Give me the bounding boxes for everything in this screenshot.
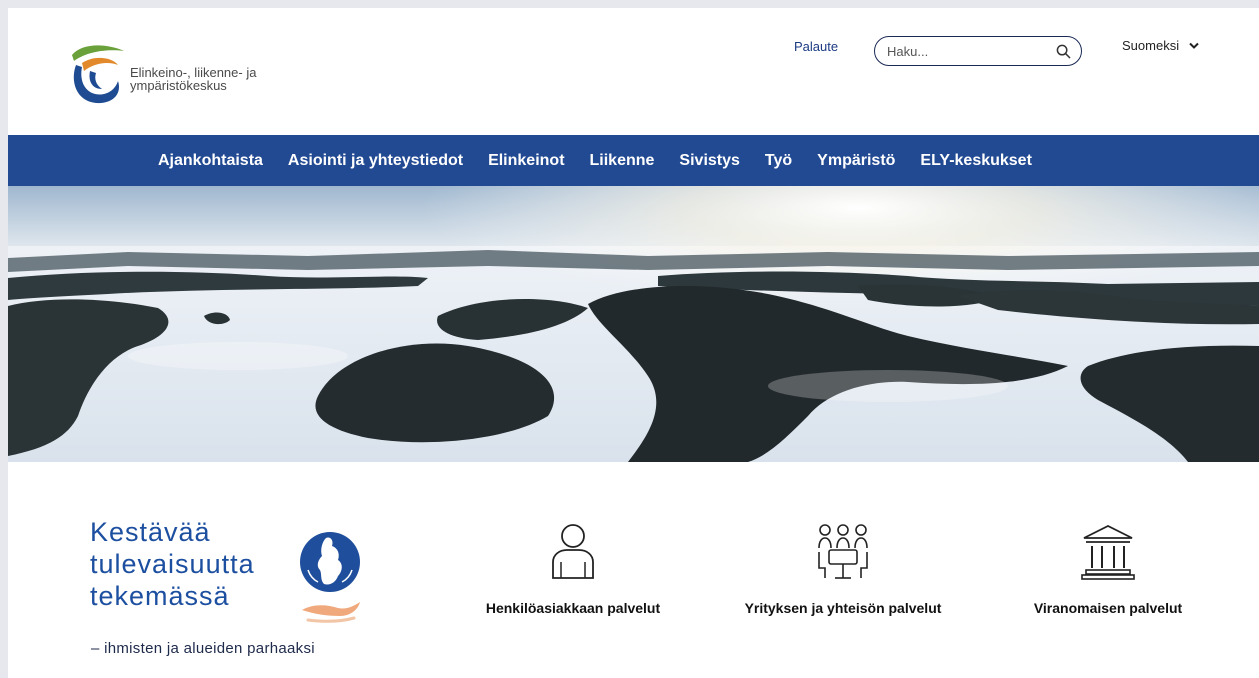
logo-text: Elinkeino-, liikenne- ja ympäristökeskus: [130, 66, 300, 92]
nav-item-elinkeinot[interactable]: Elinkeinot: [488, 152, 564, 170]
tagline-line3: tekemässä: [90, 581, 230, 611]
hero-image-winter-lake: [8, 186, 1259, 462]
tagline-subline: – ihmisten ja alueiden parhaaksi: [91, 640, 315, 657]
logo-text-line2: ympäristökeskus: [130, 78, 227, 93]
tagline-line2: tulevaisuutta: [90, 549, 255, 579]
site-header: Elinkeino-, liikenne- ja ympäristökeskus…: [8, 8, 1259, 135]
tagline: Kestävää tulevaisuutta tekemässä: [90, 516, 290, 612]
service-authority[interactable]: Viranomaisen palvelut: [1008, 522, 1208, 616]
finland-map-hand-icon: [300, 532, 360, 623]
main-navigation: Ajankohtaista Asiointi ja yhteystiedot E…: [8, 135, 1259, 186]
nav-item-ely-keskukset[interactable]: ELY-keskukset: [920, 152, 1031, 170]
government-building-icon: [1081, 524, 1135, 580]
search-icon[interactable]: [1056, 44, 1071, 59]
service-personal-customer[interactable]: Henkilöasiakkaan palvelut: [468, 522, 678, 616]
service-company-community-label: Yrityksen ja yhteisön palvelut: [744, 600, 942, 616]
language-selector[interactable]: Suomeksi: [1122, 38, 1199, 53]
language-label: Suomeksi: [1122, 38, 1180, 53]
nav-item-liikenne[interactable]: Liikenne: [590, 152, 655, 170]
service-authority-label: Viranomaisen palvelut: [1033, 600, 1183, 616]
search-input[interactable]: [887, 43, 1047, 60]
meeting-icon: [818, 524, 868, 579]
tagline-line1: Kestävää: [90, 517, 211, 547]
feedback-link[interactable]: Palaute: [794, 39, 838, 54]
ely-logo-mark-icon: [72, 45, 124, 104]
nav-item-asiointi[interactable]: Asiointi ja yhteystiedot: [288, 152, 463, 170]
page: Elinkeino-, liikenne- ja ympäristökeskus…: [8, 8, 1259, 678]
nav-item-tyo[interactable]: Työ: [765, 152, 792, 170]
person-icon: [552, 524, 594, 579]
service-personal-customer-label: Henkilöasiakkaan palvelut: [485, 600, 661, 616]
nav-item-ymparisto[interactable]: Ympäristö: [817, 152, 895, 170]
service-company-community[interactable]: Yrityksen ja yhteisön palvelut: [718, 522, 968, 616]
ely-logo[interactable]: Elinkeino-, liikenne- ja ympäristökeskus: [68, 41, 298, 107]
nav-item-sivistys[interactable]: Sivistys: [679, 152, 739, 170]
nav-item-ajankohtaista[interactable]: Ajankohtaista: [158, 152, 263, 170]
chevron-down-icon: [1189, 42, 1199, 49]
search-box: [874, 36, 1082, 66]
